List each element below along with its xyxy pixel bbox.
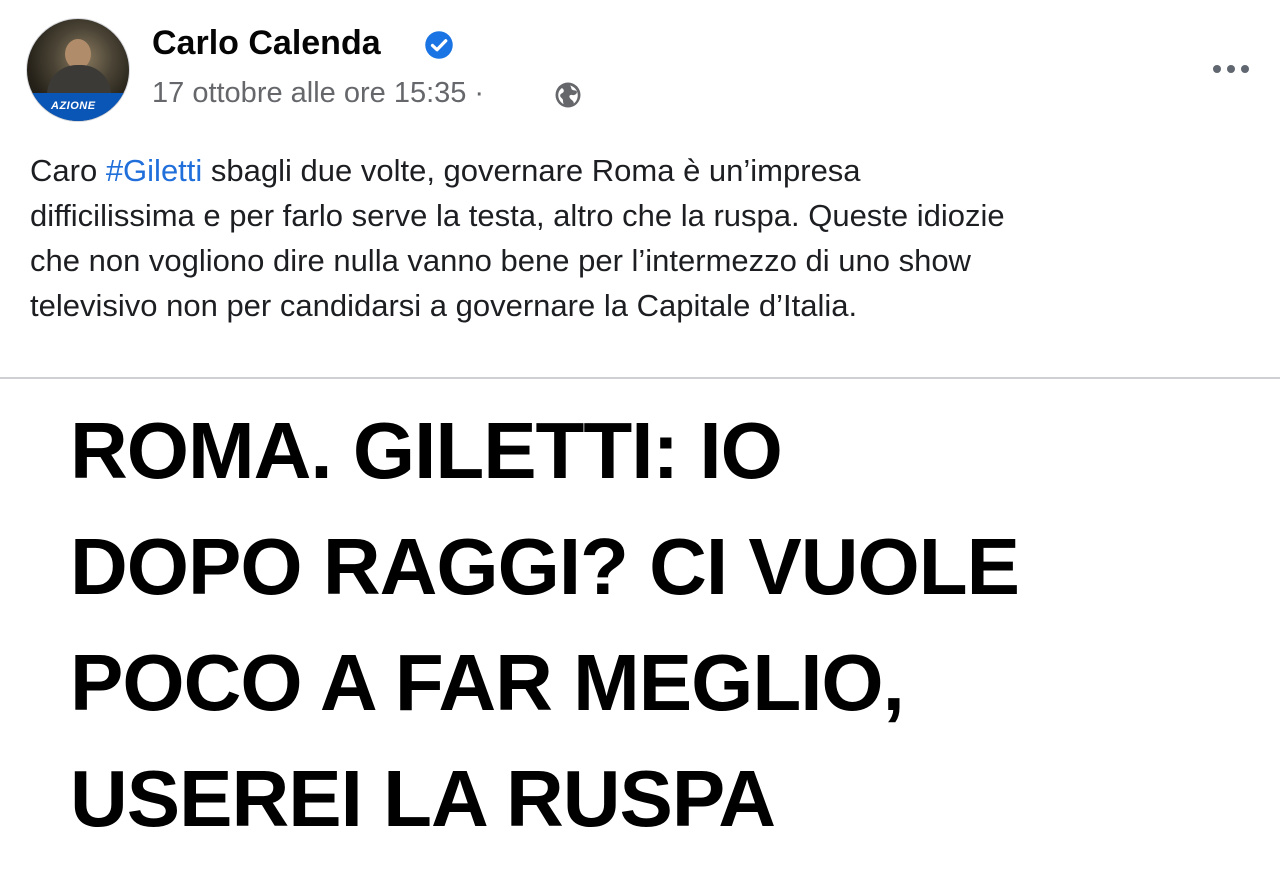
- more-options-dot: [1227, 65, 1235, 73]
- post-image[interactable]: ROMA. GILETTI: IO DOPO RAGGI? CI VUOLE P…: [0, 379, 1280, 882]
- post-text-line: che non vogliono dire nulla vanno bene p…: [30, 243, 971, 278]
- post-text-segment: sbagli due volte, governare Roma è un’im…: [202, 153, 861, 188]
- headline-line: DOPO RAGGI? CI VUOLE: [70, 522, 1020, 611]
- author-name-link[interactable]: Carlo Calenda: [152, 24, 381, 63]
- post-text-line: difficilissima e per farlo serve la test…: [30, 198, 1005, 233]
- post-text-line: televisivo non per candidarsi a governar…: [30, 288, 858, 323]
- more-options-dot: [1241, 65, 1249, 73]
- headline-line: ROMA. GILETTI: IO: [70, 406, 783, 495]
- post-text-line: Caro #Giletti sbagli due volte, governar…: [30, 148, 1270, 193]
- post-body-text: Caro #Giletti sbagli due volte, governar…: [30, 148, 1270, 328]
- headline-line: POCO A FAR MEGLIO,: [70, 638, 905, 727]
- post-meta: 17 ottobre alle ore 15:35 ·: [152, 77, 490, 110]
- post-text-segment: Caro: [30, 153, 106, 188]
- hashtag-link[interactable]: #Giletti: [106, 153, 202, 188]
- author-avatar[interactable]: AZIONE: [26, 18, 130, 122]
- meta-separator: ·: [474, 77, 485, 109]
- headline-line: USEREI LA RUSPA: [70, 754, 776, 843]
- post-timestamp-link[interactable]: 17 ottobre alle ore 15:35: [152, 77, 466, 109]
- more-options-dot: [1213, 65, 1221, 73]
- avatar-party-badge: AZIONE: [27, 93, 129, 121]
- more-options-button[interactable]: [1206, 54, 1256, 84]
- image-headline: ROMA. GILETTI: IO DOPO RAGGI? CI VUOLE P…: [70, 393, 1020, 857]
- post-header: AZIONE Carlo Calenda 17 ottobre alle ore…: [24, 16, 1256, 126]
- globe-icon[interactable]: [553, 80, 583, 110]
- avatar-badge-label: AZIONE: [51, 100, 96, 112]
- verified-badge-icon: [425, 31, 453, 59]
